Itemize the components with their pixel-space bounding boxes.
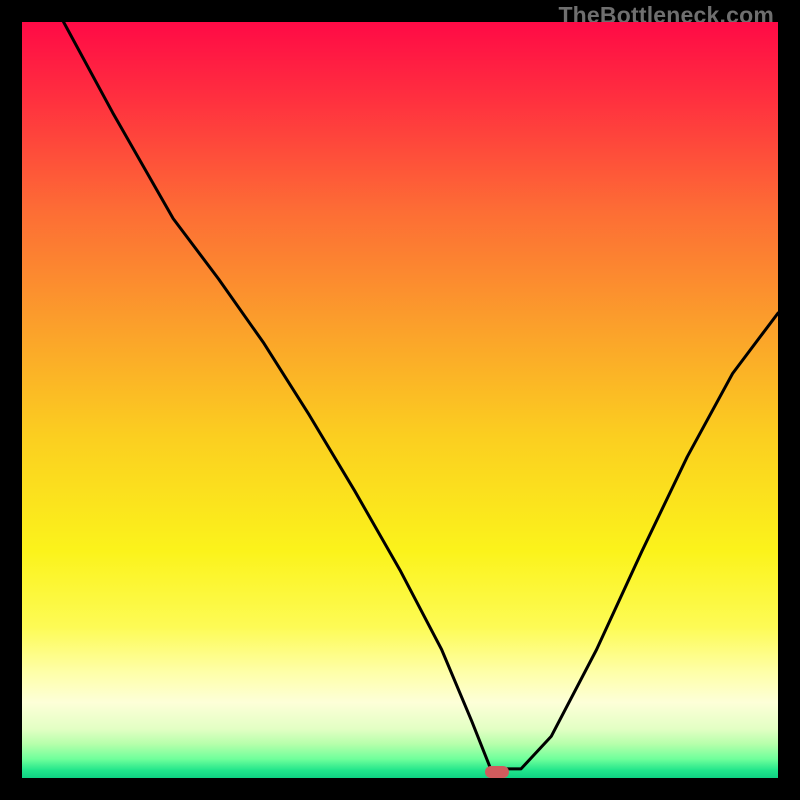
gradient-background xyxy=(22,22,778,778)
chart-frame xyxy=(22,22,778,778)
bottleneck-chart xyxy=(22,22,778,778)
optimal-point-marker xyxy=(485,766,509,778)
